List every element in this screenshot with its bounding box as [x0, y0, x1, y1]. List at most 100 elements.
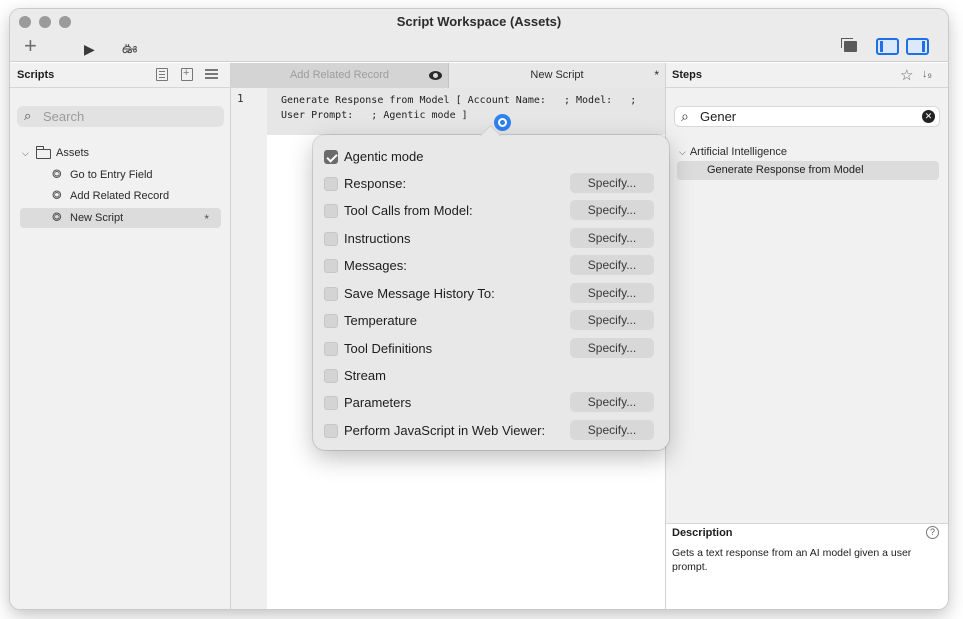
category-label: Artificial Intelligence: [689, 146, 788, 158]
option-label: Perform JavaScript in Web Viewer:: [344, 423, 546, 438]
description-pane: Description ? Gets a text response from …: [666, 523, 948, 609]
steps-title: Steps: [672, 69, 702, 81]
list-options-icon[interactable]: [205, 68, 218, 81]
tab-label: Add Related Record: [289, 69, 390, 81]
line-gutter: 1: [231, 88, 267, 609]
sort-icon[interactable]: ↓₉: [922, 68, 932, 80]
script-item[interactable]: ⭗ Add Related Record: [10, 186, 231, 206]
option-label: Tool Calls from Model:: [344, 203, 473, 218]
script-icon: ⭗: [52, 188, 62, 202]
folder-icon: [36, 146, 51, 159]
checkbox[interactable]: [324, 424, 338, 438]
search-icon: ⌕: [681, 108, 689, 124]
checkbox[interactable]: [324, 204, 338, 218]
option-tool-calls[interactable]: Tool Calls from Model: Specify...: [313, 197, 669, 224]
steps-search-input[interactable]: ⌕ Gener ✕: [674, 106, 940, 127]
option-stream[interactable]: Stream: [313, 362, 669, 389]
windows-icon[interactable]: [841, 38, 857, 52]
step-options-popover: Agentic mode Response: Specify... Tool C…: [313, 135, 669, 450]
tab-label: New Script: [530, 69, 584, 81]
checkbox[interactable]: [324, 342, 338, 356]
new-folder-icon[interactable]: [181, 67, 193, 81]
add-script-icon[interactable]: +: [24, 35, 37, 57]
option-agentic-mode[interactable]: Agentic mode: [313, 143, 669, 170]
option-perform-javascript[interactable]: Perform JavaScript in Web Viewer: Specif…: [313, 417, 669, 444]
option-tool-definitions[interactable]: Tool Definitions Specify...: [313, 335, 669, 362]
chevron-down-icon[interactable]: ⌵: [679, 147, 686, 157]
script-item[interactable]: ⭗ Go to Entry Field: [10, 165, 231, 185]
folder-assets[interactable]: ⌵ Assets: [10, 143, 231, 163]
description-title: Description: [672, 527, 733, 539]
option-label: Agentic mode: [344, 149, 424, 164]
specify-button[interactable]: Specify...: [570, 310, 654, 330]
star-icon[interactable]: ☆: [900, 66, 913, 84]
option-messages[interactable]: Messages: Specify...: [313, 252, 669, 279]
steps-panel: Steps ☆ ↓₉ ⌕ Gener ✕ ⌵ Artificial Intelli…: [665, 63, 948, 609]
script-item-selected[interactable]: ⭗ New Script *: [20, 208, 221, 228]
specify-button[interactable]: Specify...: [570, 420, 654, 440]
checkbox[interactable]: [324, 369, 338, 383]
line-number: 1: [237, 92, 244, 105]
scripts-search-input[interactable]: ⌕ Search: [17, 106, 224, 127]
step-generate-response[interactable]: Generate Response from Model: [677, 161, 939, 180]
toggle-left-sidebar-icon[interactable]: [876, 38, 899, 55]
step-text-line: Generate Response from Model [ Account N…: [281, 95, 637, 106]
specify-button[interactable]: Specify...: [570, 283, 654, 303]
folder-label: Assets: [56, 147, 90, 159]
checkbox[interactable]: [324, 314, 338, 328]
steps-header: Steps ☆ ↓₉: [666, 63, 948, 88]
clear-search-icon[interactable]: ✕: [922, 110, 935, 123]
category-artificial-intelligence[interactable]: ⌵ Artificial Intelligence: [679, 146, 787, 158]
checkbox[interactable]: [324, 396, 338, 410]
option-label: Save Message History To:: [344, 286, 495, 301]
specify-button[interactable]: Specify...: [570, 392, 654, 412]
script-step-text[interactable]: Generate Response from Model [ Account N…: [281, 93, 671, 123]
new-script-icon[interactable]: [156, 68, 168, 81]
modified-marker: *: [654, 68, 659, 82]
checkbox[interactable]: [324, 259, 338, 273]
search-icon: ⌕: [24, 108, 32, 123]
modified-marker: *: [204, 212, 209, 226]
toggle-right-sidebar-icon[interactable]: [906, 38, 929, 55]
specify-button[interactable]: Specify...: [570, 173, 654, 193]
debug-script-icon[interactable]: ఊ: [122, 39, 137, 57]
checkbox[interactable]: [324, 150, 338, 164]
tab-new-script[interactable]: New Script *: [449, 63, 665, 88]
script-tabs: Add Related Record New Script *: [231, 63, 665, 88]
option-response[interactable]: Response: Specify...: [313, 170, 669, 197]
step-text-line: User Prompt: ; Agentic mode ]: [281, 110, 468, 121]
chevron-down-icon[interactable]: ⌵: [22, 143, 29, 163]
checkbox[interactable]: [324, 232, 338, 246]
option-save-history[interactable]: Save Message History To: Specify...: [313, 280, 669, 307]
option-instructions[interactable]: Instructions Specify...: [313, 225, 669, 252]
option-label: Messages:: [344, 258, 407, 273]
option-label: Instructions: [344, 231, 411, 246]
search-placeholder: Search: [43, 109, 85, 124]
scripts-title: Scripts: [17, 69, 55, 81]
option-label: Tool Definitions: [344, 341, 433, 356]
option-label: Temperature: [344, 313, 417, 328]
specify-button[interactable]: Specify...: [570, 255, 654, 275]
option-temperature[interactable]: Temperature Specify...: [313, 307, 669, 334]
option-label: Parameters: [344, 395, 412, 410]
search-value: Gener: [700, 109, 737, 124]
help-icon[interactable]: ?: [926, 526, 939, 539]
script-icon: ⭗: [52, 210, 62, 224]
gear-icon[interactable]: [494, 114, 511, 131]
checkbox[interactable]: [324, 287, 338, 301]
option-label: Response:: [344, 176, 407, 191]
run-script-icon[interactable]: ▶: [84, 40, 95, 58]
eye-icon[interactable]: [429, 71, 442, 80]
specify-button[interactable]: Specify...: [570, 200, 654, 220]
checkbox[interactable]: [324, 177, 338, 191]
specify-button[interactable]: Specify...: [570, 338, 654, 358]
option-parameters[interactable]: Parameters Specify...: [313, 389, 669, 416]
script-label: Add Related Record: [70, 190, 170, 202]
script-icon: ⭗: [52, 167, 62, 181]
scripts-header: Scripts: [10, 63, 231, 88]
tab-add-related-record[interactable]: Add Related Record: [231, 63, 449, 88]
specify-button[interactable]: Specify...: [570, 228, 654, 248]
script-label: Go to Entry Field: [70, 169, 153, 181]
description-text: Gets a text response from an AI model gi…: [672, 547, 912, 573]
option-label: Stream: [344, 368, 386, 383]
